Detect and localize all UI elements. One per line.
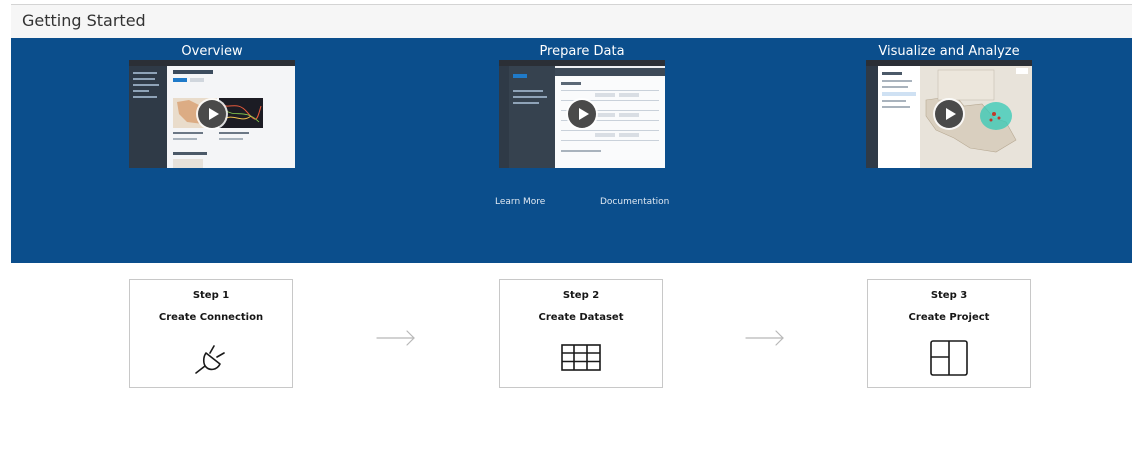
- learn-more-link[interactable]: Learn More: [495, 197, 545, 207]
- step-number: Step 3: [930, 290, 968, 301]
- video-overview[interactable]: Overview: [129, 44, 295, 168]
- dataset-screenshot-thumbnail[interactable]: [499, 60, 665, 168]
- step-create-dataset[interactable]: Step 2 Create Dataset: [499, 279, 663, 388]
- step-title: Create Project: [908, 312, 990, 323]
- step-create-connection[interactable]: Step 1 Create Connection: [129, 279, 293, 388]
- video-title-prepare-data: Prepare Data: [539, 44, 625, 59]
- video-prepare-data[interactable]: Prepare Data: [499, 44, 665, 168]
- layout-icon: [930, 340, 968, 376]
- play-icon[interactable]: [568, 100, 596, 128]
- arrow-right-icon: [376, 330, 415, 346]
- play-icon[interactable]: [198, 100, 226, 128]
- play-icon[interactable]: [935, 100, 963, 128]
- arrow-right-icon: [745, 330, 784, 346]
- step-title: Create Dataset: [538, 312, 624, 323]
- documentation-link[interactable]: Documentation: [600, 197, 669, 207]
- video-title-visualize-analyze: Visualize and Analyze: [878, 44, 1020, 59]
- video-visualize-analyze[interactable]: Visualize and Analyze: [866, 44, 1032, 168]
- page-title: Getting Started: [22, 11, 146, 30]
- step-number: Step 2: [562, 290, 600, 301]
- table-icon: [561, 344, 601, 371]
- map-screenshot-thumbnail[interactable]: [866, 60, 1032, 168]
- video-title-overview: Overview: [181, 44, 243, 59]
- step-title: Create Connection: [158, 312, 264, 323]
- step-create-project[interactable]: Step 3 Create Project: [867, 279, 1031, 388]
- projects-screenshot-thumbnail[interactable]: [129, 60, 295, 168]
- plug-icon: [195, 345, 225, 374]
- page-header: Getting Started: [11, 5, 1132, 38]
- step-number: Step 1: [192, 290, 230, 301]
